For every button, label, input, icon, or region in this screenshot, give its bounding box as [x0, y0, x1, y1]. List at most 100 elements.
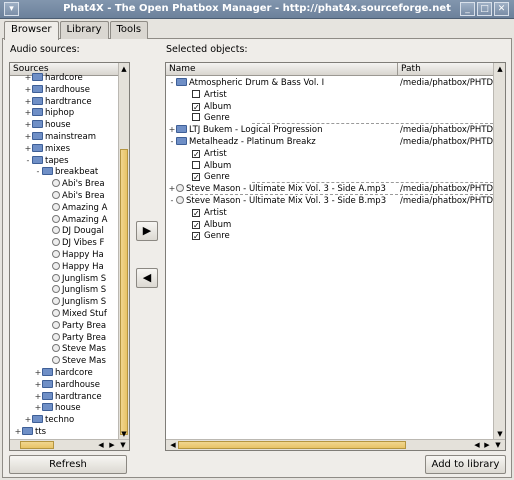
selected-item[interactable]: Genre [192, 112, 230, 124]
tree-item[interactable]: + hardhouse [34, 379, 100, 391]
tree-item[interactable]: + house [24, 119, 71, 131]
tree-item[interactable]: Abi's Brea [44, 190, 105, 202]
scroll-up-icon[interactable]: ▲ [119, 64, 129, 74]
sources-scroll-thumb[interactable] [120, 149, 128, 435]
expand-icon[interactable]: + [14, 426, 22, 438]
name-column-header[interactable]: Name [166, 63, 398, 76]
tag-checkbox[interactable]: ✓ [192, 102, 200, 111]
tree-item[interactable]: + mixes [24, 143, 70, 155]
tag-checkbox[interactable]: ✓ [192, 220, 200, 229]
selected-item[interactable]: ✓ Genre [192, 230, 230, 242]
expand-icon[interactable]: + [34, 402, 42, 414]
sources-tree[interactable]: Sources + hardcore + hardhouse + hardtrance + h… [9, 62, 130, 451]
tree-item[interactable]: Mixed Stuf [44, 308, 107, 320]
tree-item[interactable]: + hardcore [34, 367, 93, 379]
expand-icon[interactable]: + [24, 131, 32, 143]
scroll-down-icon[interactable]: ▼ [495, 429, 505, 439]
tree-item[interactable]: Amazing A [44, 214, 107, 226]
collapse-icon[interactable]: - [168, 136, 176, 148]
tree-item[interactable]: + house [34, 402, 81, 414]
selected-item[interactable]: ✓ Artist [192, 207, 227, 219]
tab-tools[interactable]: Tools [109, 21, 149, 39]
selected-item[interactable]: ✓ Genre [192, 171, 230, 183]
add-to-library-button[interactable]: Add to library [425, 455, 506, 474]
tag-checkbox[interactable] [192, 89, 200, 98]
tag-checkbox[interactable]: ✓ [192, 232, 200, 241]
tag-checkbox[interactable]: ✓ [192, 208, 200, 217]
tree-item[interactable]: Happy Ha [44, 249, 104, 261]
tree-item[interactable]: Junglism S [44, 284, 106, 296]
tree-item[interactable]: + hardhouse [24, 84, 90, 96]
tab-browser[interactable]: Browser [4, 21, 59, 40]
expand-icon[interactable]: + [24, 119, 32, 131]
selected-item[interactable]: - Metalheadz - Platinum Breakz [168, 136, 316, 148]
tree-item[interactable]: Party Brea [44, 320, 106, 332]
selected-item[interactable]: ✓ Artist [192, 148, 227, 160]
expand-icon[interactable]: + [24, 414, 32, 426]
expand-icon[interactable]: + [24, 72, 32, 84]
selected-horizontal-scrollbar[interactable]: ◀ ◀ ▶ ▼ [166, 439, 505, 450]
tree-item[interactable]: Amazing A [44, 202, 107, 214]
tree-item[interactable]: + hiphop [24, 107, 74, 119]
scroll-down-icon[interactable]: ▼ [119, 429, 129, 439]
scroll-left-icon[interactable]: ◀ [168, 440, 178, 450]
tree-item[interactable]: - breakbeat [34, 166, 98, 178]
close-icon[interactable]: ✕ [494, 2, 509, 16]
minimize-icon[interactable]: _ [460, 2, 475, 16]
tree-item[interactable]: + mainstream [24, 131, 96, 143]
selected-item[interactable]: Album [192, 160, 231, 172]
tree-item[interactable]: + tts [14, 426, 46, 438]
add-to-selection-button[interactable]: ▶ [136, 221, 158, 241]
selected-objects-tree[interactable]: Name Path - Atmospheric Drum & Bass Vol. … [165, 62, 506, 451]
collapse-icon[interactable]: - [34, 166, 42, 178]
expand-icon[interactable]: + [168, 183, 176, 195]
sources-horizontal-scrollbar[interactable]: ◀ ▶ ▼ [10, 439, 129, 450]
tree-item[interactable]: Steve Mas [44, 355, 106, 367]
tag-checkbox[interactable] [192, 160, 200, 169]
tree-item[interactable]: - tapes [24, 155, 69, 167]
selected-item[interactable]: ✓ Album [192, 101, 231, 113]
tree-item[interactable]: + hardcore [24, 72, 83, 84]
scroll-left-icon[interactable]: ◀ [96, 440, 106, 450]
tree-item[interactable]: Steve Mas [44, 343, 106, 355]
expand-icon[interactable]: + [34, 379, 42, 391]
tree-item[interactable]: + hardtrance [24, 96, 92, 108]
tag-checkbox[interactable]: ✓ [192, 173, 200, 182]
selected-item[interactable]: ✓ Album [192, 219, 231, 231]
refresh-button[interactable]: Refresh [9, 455, 127, 474]
tree-item[interactable]: + hardtrance [34, 391, 102, 403]
selected-item[interactable]: - Atmospheric Drum & Bass Vol. I [168, 77, 324, 89]
expand-icon[interactable]: + [24, 107, 32, 119]
selected-hscroll-thumb[interactable] [178, 441, 406, 449]
tree-item[interactable]: DJ Dougal [44, 225, 104, 237]
selected-item[interactable]: Artist [192, 89, 227, 101]
scroll-left-icon[interactable]: ◀ [472, 440, 482, 450]
tree-item[interactable]: Happy Ha [44, 261, 104, 273]
collapse-icon[interactable]: - [24, 155, 32, 167]
tree-item[interactable]: Abi's Brea [44, 178, 105, 190]
scroll-right-icon[interactable]: ▶ [107, 440, 117, 450]
tree-item[interactable]: Junglism S [44, 296, 106, 308]
tree-item[interactable]: Junglism S [44, 273, 106, 285]
path-column-header[interactable]: Path [398, 63, 493, 76]
tree-item[interactable]: + techno [24, 414, 74, 426]
collapse-icon[interactable]: - [168, 195, 176, 207]
expand-icon[interactable]: + [168, 124, 176, 136]
selected-item[interactable]: - Steve Mason - Ultimate Mix Vol. 3 - Sid… [168, 195, 386, 207]
scroll-up-icon[interactable]: ▲ [495, 64, 505, 74]
tab-library[interactable]: Library [59, 21, 109, 39]
sources-vertical-scrollbar[interactable]: ▲ ▼ [118, 63, 129, 439]
expand-icon[interactable]: + [24, 143, 32, 155]
expand-icon[interactable]: + [34, 367, 42, 379]
scroll-right-icon[interactable]: ▶ [482, 440, 492, 450]
scroll-down-small-icon[interactable]: ▼ [493, 440, 503, 450]
expand-icon[interactable]: + [24, 84, 32, 96]
expand-icon[interactable]: + [24, 96, 32, 108]
tree-item[interactable]: Party Brea [44, 332, 106, 344]
sources-hscroll-thumb[interactable] [20, 441, 54, 449]
tree-item[interactable]: DJ Vibes F [44, 237, 104, 249]
tag-checkbox[interactable]: ✓ [192, 149, 200, 158]
remove-from-selection-button[interactable]: ◀ [136, 268, 158, 288]
scroll-down-small-icon[interactable]: ▼ [118, 440, 128, 450]
selected-vertical-scrollbar[interactable]: ▲ ▼ [493, 63, 505, 439]
